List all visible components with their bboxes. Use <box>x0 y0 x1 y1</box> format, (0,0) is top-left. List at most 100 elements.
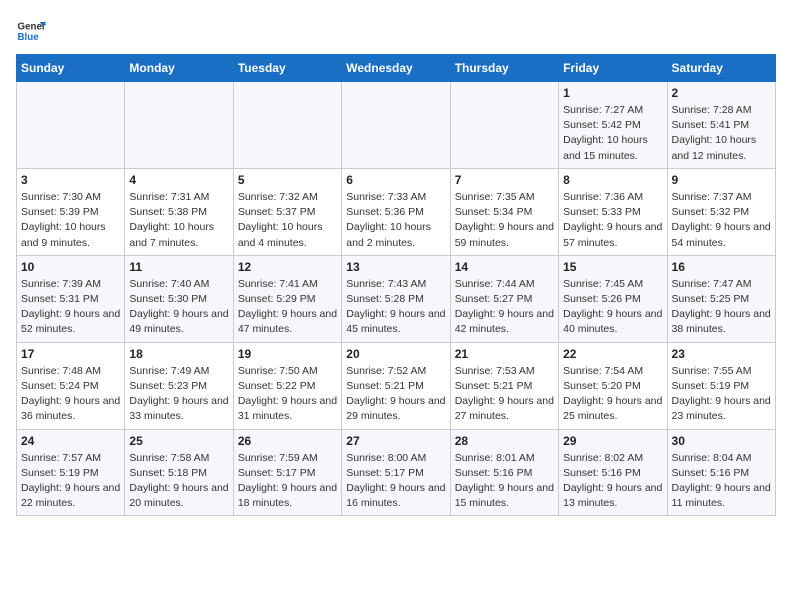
day-info: Sunrise: 7:39 AM Sunset: 5:31 PM Dayligh… <box>21 277 120 338</box>
day-info: Sunrise: 7:36 AM Sunset: 5:33 PM Dayligh… <box>563 190 662 251</box>
day-info: Sunrise: 8:01 AM Sunset: 5:16 PM Dayligh… <box>455 451 554 512</box>
day-info: Sunrise: 7:48 AM Sunset: 5:24 PM Dayligh… <box>21 364 120 425</box>
empty-day <box>342 82 450 169</box>
day-info: Sunrise: 8:04 AM Sunset: 5:16 PM Dayligh… <box>672 451 771 512</box>
day-number: 2 <box>672 86 771 100</box>
day-info: Sunrise: 7:28 AM Sunset: 5:41 PM Dayligh… <box>672 103 771 164</box>
svg-text:Blue: Blue <box>18 32 40 43</box>
page-header: General Blue <box>16 16 776 46</box>
calendar-body: 1 Sunrise: 7:27 AM Sunset: 5:42 PM Daylig… <box>17 82 776 516</box>
weekday-header: Wednesday <box>342 55 450 82</box>
calendar-day: 3 Sunrise: 7:30 AM Sunset: 5:39 PM Daylig… <box>17 168 125 255</box>
day-info: Sunrise: 7:37 AM Sunset: 5:32 PM Dayligh… <box>672 190 771 251</box>
calendar-day: 16 Sunrise: 7:47 AM Sunset: 5:25 PM Dayli… <box>667 255 775 342</box>
day-number: 12 <box>238 260 337 274</box>
calendar-header: SundayMondayTuesdayWednesdayThursdayFrid… <box>17 55 776 82</box>
calendar-day: 20 Sunrise: 7:52 AM Sunset: 5:21 PM Dayli… <box>342 342 450 429</box>
day-info: Sunrise: 7:58 AM Sunset: 5:18 PM Dayligh… <box>129 451 228 512</box>
day-info: Sunrise: 7:41 AM Sunset: 5:29 PM Dayligh… <box>238 277 337 338</box>
weekday-header: Monday <box>125 55 233 82</box>
calendar-day: 30 Sunrise: 8:04 AM Sunset: 5:16 PM Dayli… <box>667 429 775 516</box>
day-info: Sunrise: 7:33 AM Sunset: 5:36 PM Dayligh… <box>346 190 445 251</box>
day-number: 6 <box>346 173 445 187</box>
calendar-day: 26 Sunrise: 7:59 AM Sunset: 5:17 PM Dayli… <box>233 429 341 516</box>
day-info: Sunrise: 7:40 AM Sunset: 5:30 PM Dayligh… <box>129 277 228 338</box>
calendar-day: 13 Sunrise: 7:43 AM Sunset: 5:28 PM Dayli… <box>342 255 450 342</box>
weekday-header: Saturday <box>667 55 775 82</box>
calendar-day: 23Sunrise: 7:55 AM Sunset: 5:19 PM Dayli… <box>667 342 775 429</box>
day-number: 5 <box>238 173 337 187</box>
weekday-header: Tuesday <box>233 55 341 82</box>
calendar-table: SundayMondayTuesdayWednesdayThursdayFrid… <box>16 54 776 516</box>
calendar-day: 24 Sunrise: 7:57 AM Sunset: 5:19 PM Dayli… <box>17 429 125 516</box>
calendar-day: 8 Sunrise: 7:36 AM Sunset: 5:33 PM Daylig… <box>559 168 667 255</box>
day-number: 28 <box>455 434 554 448</box>
calendar-day: 19 Sunrise: 7:50 AM Sunset: 5:22 PM Dayli… <box>233 342 341 429</box>
day-number: 29 <box>563 434 662 448</box>
weekday-header: Friday <box>559 55 667 82</box>
day-info: Sunrise: 7:49 AM Sunset: 5:23 PM Dayligh… <box>129 364 228 425</box>
day-number: 27 <box>346 434 445 448</box>
day-info: Sunrise: 7:47 AM Sunset: 5:25 PM Dayligh… <box>672 277 771 338</box>
day-number: 30 <box>672 434 771 448</box>
day-number: 20 <box>346 347 445 361</box>
day-info: Sunrise: 8:00 AM Sunset: 5:17 PM Dayligh… <box>346 451 445 512</box>
calendar-day: 6 Sunrise: 7:33 AM Sunset: 5:36 PM Daylig… <box>342 168 450 255</box>
day-number: 13 <box>346 260 445 274</box>
day-info: Sunrise: 7:43 AM Sunset: 5:28 PM Dayligh… <box>346 277 445 338</box>
empty-day <box>125 82 233 169</box>
empty-day <box>233 82 341 169</box>
day-number: 26 <box>238 434 337 448</box>
calendar-day: 4 Sunrise: 7:31 AM Sunset: 5:38 PM Daylig… <box>125 168 233 255</box>
calendar-day: 29 Sunrise: 8:02 AM Sunset: 5:16 PM Dayli… <box>559 429 667 516</box>
day-number: 10 <box>21 260 120 274</box>
day-number: 3 <box>21 173 120 187</box>
calendar-day: 17Sunrise: 7:48 AM Sunset: 5:24 PM Dayli… <box>17 342 125 429</box>
calendar-day: 22 Sunrise: 7:54 AM Sunset: 5:20 PM Dayli… <box>559 342 667 429</box>
day-number: 4 <box>129 173 228 187</box>
day-info: Sunrise: 7:44 AM Sunset: 5:27 PM Dayligh… <box>455 277 554 338</box>
calendar-day: 1 Sunrise: 7:27 AM Sunset: 5:42 PM Daylig… <box>559 82 667 169</box>
calendar-day: 10 Sunrise: 7:39 AM Sunset: 5:31 PM Dayli… <box>17 255 125 342</box>
day-info: Sunrise: 7:27 AM Sunset: 5:42 PM Dayligh… <box>563 103 662 164</box>
day-info: Sunrise: 7:59 AM Sunset: 5:17 PM Dayligh… <box>238 451 337 512</box>
day-info: Sunrise: 7:31 AM Sunset: 5:38 PM Dayligh… <box>129 190 228 251</box>
day-info: Sunrise: 7:57 AM Sunset: 5:19 PM Dayligh… <box>21 451 120 512</box>
day-info: Sunrise: 7:54 AM Sunset: 5:20 PM Dayligh… <box>563 364 662 425</box>
calendar-day: 9 Sunrise: 7:37 AM Sunset: 5:32 PM Daylig… <box>667 168 775 255</box>
calendar-day: 18Sunrise: 7:49 AM Sunset: 5:23 PM Dayli… <box>125 342 233 429</box>
calendar-day: 7 Sunrise: 7:35 AM Sunset: 5:34 PM Daylig… <box>450 168 558 255</box>
day-info: Sunrise: 7:52 AM Sunset: 5:21 PM Dayligh… <box>346 364 445 425</box>
weekday-header: Thursday <box>450 55 558 82</box>
day-number: 24 <box>21 434 120 448</box>
day-number: 22 <box>563 347 662 361</box>
day-info: Sunrise: 7:30 AM Sunset: 5:39 PM Dayligh… <box>21 190 120 251</box>
calendar-day: 11 Sunrise: 7:40 AM Sunset: 5:30 PM Dayli… <box>125 255 233 342</box>
day-info: Sunrise: 7:35 AM Sunset: 5:34 PM Dayligh… <box>455 190 554 251</box>
day-number: 15 <box>563 260 662 274</box>
day-number: 8 <box>563 173 662 187</box>
day-info: Sunrise: 7:50 AM Sunset: 5:22 PM Dayligh… <box>238 364 337 425</box>
day-number: 14 <box>455 260 554 274</box>
day-number: 1 <box>563 86 662 100</box>
calendar-day: 2 Sunrise: 7:28 AM Sunset: 5:41 PM Daylig… <box>667 82 775 169</box>
day-number: 9 <box>672 173 771 187</box>
calendar-day: 25Sunrise: 7:58 AM Sunset: 5:18 PM Dayli… <box>125 429 233 516</box>
calendar-day: 5 Sunrise: 7:32 AM Sunset: 5:37 PM Daylig… <box>233 168 341 255</box>
empty-day <box>450 82 558 169</box>
calendar-day: 27 Sunrise: 8:00 AM Sunset: 5:17 PM Dayli… <box>342 429 450 516</box>
day-number: 16 <box>672 260 771 274</box>
day-number: 11 <box>129 260 228 274</box>
calendar-day: 15Sunrise: 7:45 AM Sunset: 5:26 PM Dayli… <box>559 255 667 342</box>
calendar-day: 21Sunrise: 7:53 AM Sunset: 5:21 PM Dayli… <box>450 342 558 429</box>
calendar-day: 14 Sunrise: 7:44 AM Sunset: 5:27 PM Dayli… <box>450 255 558 342</box>
day-info: Sunrise: 7:32 AM Sunset: 5:37 PM Dayligh… <box>238 190 337 251</box>
empty-day <box>17 82 125 169</box>
day-number: 19 <box>238 347 337 361</box>
day-number: 21 <box>455 347 554 361</box>
calendar-day: 12 Sunrise: 7:41 AM Sunset: 5:29 PM Dayli… <box>233 255 341 342</box>
day-number: 7 <box>455 173 554 187</box>
day-info: Sunrise: 7:55 AM Sunset: 5:19 PM Dayligh… <box>672 364 771 425</box>
day-info: Sunrise: 8:02 AM Sunset: 5:16 PM Dayligh… <box>563 451 662 512</box>
calendar-day: 28 Sunrise: 8:01 AM Sunset: 5:16 PM Dayli… <box>450 429 558 516</box>
